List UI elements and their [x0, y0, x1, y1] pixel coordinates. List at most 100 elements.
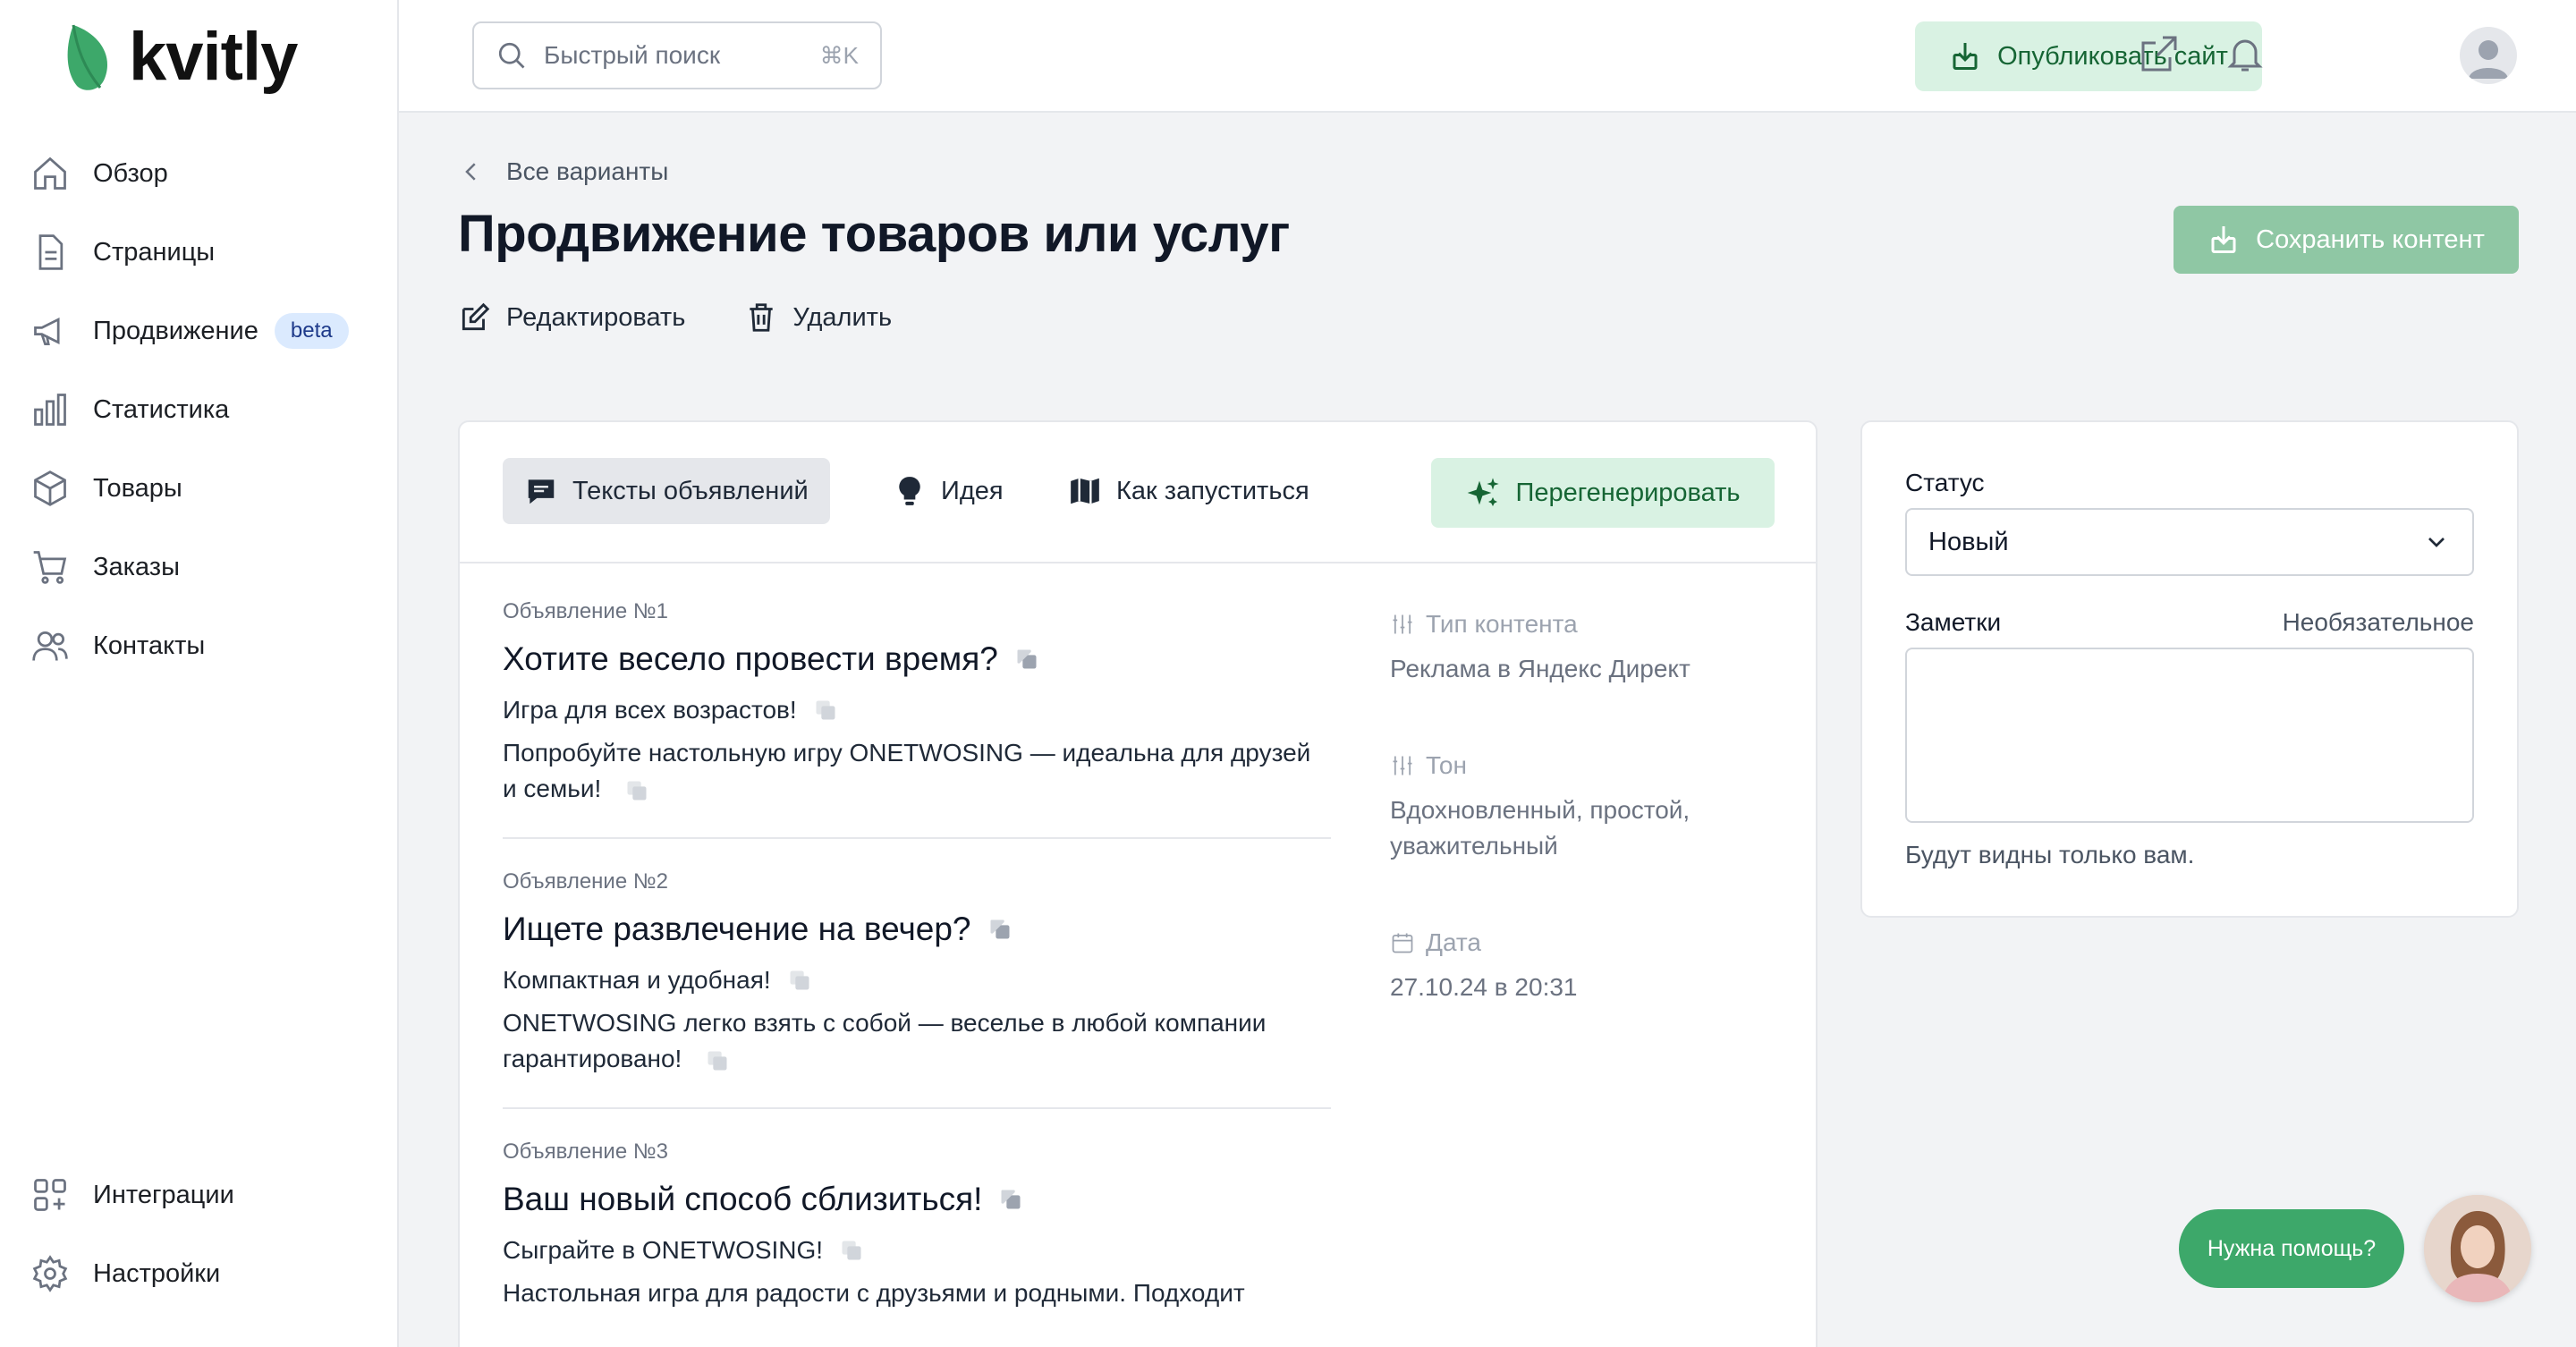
meta-label: Тип контента	[1390, 610, 1766, 639]
support-avatar[interactable]	[2424, 1195, 2531, 1302]
page-icon	[38, 234, 64, 270]
copy-icon[interactable]	[839, 1238, 864, 1263]
home-icon	[34, 157, 66, 190]
copy-icon[interactable]	[787, 968, 812, 993]
save-content-button[interactable]: Сохранить контент	[2174, 206, 2519, 274]
ad-subtitle-text: Сыграйте в ONETWOSING!	[503, 1236, 824, 1264]
tab-idea[interactable]: Идея	[871, 458, 1025, 524]
save-label: Сохранить контент	[2256, 224, 2485, 254]
ad-subtitle: Компактная и удобная!	[503, 962, 1331, 998]
sidebar-item-label: Товары	[93, 473, 182, 503]
help-button[interactable]: Нужна помощь?	[2179, 1209, 2404, 1288]
ad-body-text: Настольная игра для радости с друзьями и…	[503, 1279, 1245, 1307]
ad-title: Хотите весело провести время?	[503, 640, 1331, 678]
users-icon	[32, 631, 68, 661]
tab-label: Как запуститься	[1116, 476, 1309, 505]
page-actions: Редактировать Удалить	[458, 301, 951, 335]
back-label: Все варианты	[506, 157, 669, 185]
meta-label-text: Тип контента	[1426, 610, 1578, 638]
edit-button[interactable]: Редактировать	[458, 301, 685, 335]
sidebar-item-label: Статистика	[93, 394, 230, 424]
sidebar-item-overview[interactable]: Обзор	[0, 134, 397, 213]
ad-subtitle: Сыграйте в ONETWOSING!	[503, 1233, 1331, 1268]
ad-body: Попробуйте настольную игру ONETWOSING — …	[503, 735, 1331, 807]
trash-icon	[750, 303, 773, 332]
meta-label-text: Тон	[1426, 751, 1467, 779]
support-person-icon	[2424, 1195, 2531, 1302]
edit-icon	[462, 302, 490, 331]
status-panel: Статус Новый Заметки Необязательное Буду…	[1860, 420, 2519, 918]
map-icon	[1071, 478, 1099, 504]
sidebar-item-label: Продвижение	[93, 316, 258, 345]
delete-button[interactable]: Удалить	[744, 301, 892, 335]
sidebar-item-label: Страницы	[93, 237, 216, 267]
logo-text: kvitly	[129, 19, 298, 95]
copy-icon[interactable]	[624, 778, 649, 803]
chevron-down-icon	[2428, 538, 2445, 547]
ad-subtitle-text: Игра для всех возрастов!	[503, 696, 797, 724]
copy-icon[interactable]	[998, 1187, 1023, 1212]
ad-number: Объявление №1	[503, 599, 668, 623]
status-select[interactable]: Новый	[1905, 508, 2474, 576]
sidebar-item-pages[interactable]: Страницы	[0, 213, 397, 292]
sidebar-item-label: Заказы	[93, 552, 180, 581]
publish-site-button[interactable]: Опубликовать сайт	[1915, 21, 2262, 91]
status-value: Новый	[1928, 527, 2009, 556]
gear-icon	[32, 1255, 68, 1292]
meta-date: Дата 27.10.24 в 20:31	[1390, 928, 1766, 1005]
tab-label: Тексты объявлений	[572, 476, 809, 505]
user-avatar[interactable]	[2460, 27, 2517, 84]
sliders-icon	[1393, 614, 1412, 634]
notes-optional-label: Необязательное	[2282, 608, 2474, 636]
ad-body-text: ONETWOSING легко взять с собой — веселье…	[503, 1009, 1267, 1072]
sidebar-item-statistics[interactable]: Статистика	[0, 370, 397, 449]
meta-info: Тип контента Реклама в Яндекс Директ Тон…	[1390, 610, 1766, 1070]
bell-icon[interactable]	[2224, 32, 2267, 75]
search-input[interactable]: Быстрый поиск ⌘K	[472, 21, 882, 89]
sidebar-item-integrations[interactable]: Интеграции	[0, 1156, 397, 1234]
external-link-icon[interactable]	[2138, 32, 2181, 75]
sidebar-item-label: Обзор	[93, 158, 168, 188]
publish-label: Опубликовать сайт	[1997, 41, 2228, 71]
meta-value: Реклама в Яндекс Директ	[1390, 655, 1690, 682]
meta-label: Дата	[1390, 928, 1766, 957]
ad-title-text: Ищете развлечение на вечер?	[503, 911, 971, 947]
notes-hint: Будут видны только вам.	[1905, 841, 2195, 868]
ads-list: Объявление №1 Хотите весело провести вре…	[503, 599, 1331, 1347]
notes-label: Заметки	[1905, 608, 2002, 636]
copy-icon[interactable]	[705, 1048, 730, 1073]
regenerate-button[interactable]: Перегенерировать	[1431, 458, 1775, 528]
cart-icon	[33, 551, 67, 584]
copy-icon[interactable]	[1014, 647, 1039, 672]
cube-icon	[34, 470, 66, 506]
sidebar-item-label: Настройки	[93, 1258, 221, 1288]
copy-icon[interactable]	[813, 698, 838, 723]
ad-title: Ищете развлечение на вечер?	[503, 911, 1331, 948]
edit-label: Редактировать	[506, 302, 686, 332]
copy-icon[interactable]	[987, 917, 1013, 942]
sidebar-item-orders[interactable]: Заказы	[0, 528, 397, 606]
main-nav: Обзор Страницы Продвижение beta Статисти…	[0, 134, 397, 685]
bulb-icon	[899, 477, 920, 505]
search-shortcut: ⌘K	[819, 41, 859, 69]
logo[interactable]: kvitly	[64, 18, 298, 96]
megaphone-icon	[34, 317, 60, 346]
sidebar-item-promotion[interactable]: Продвижение beta	[0, 292, 397, 370]
meta-tone: Тон Вдохновленный, простой, уважительный	[1390, 751, 1766, 864]
back-link[interactable]: Все варианты	[458, 157, 668, 186]
sidebar-item-label: Интеграции	[93, 1180, 234, 1209]
search-placeholder: Быстрый поиск	[544, 41, 721, 69]
sidebar-item-settings[interactable]: Настройки	[0, 1234, 397, 1313]
list-item: Объявление №3 Ваш новый способ сблизитьс…	[503, 1139, 1331, 1342]
notes-textarea[interactable]	[1905, 648, 2474, 823]
list-item: Объявление №2 Ищете развлечение на вечер…	[503, 869, 1331, 1109]
meta-value: Вдохновленный, простой, уважительный	[1390, 796, 1690, 860]
delete-label: Удалить	[792, 302, 893, 332]
meta-content-type: Тип контента Реклама в Яндекс Директ	[1390, 610, 1766, 687]
tab-ad-texts[interactable]: Тексты объявлений	[503, 458, 830, 524]
ad-title: Ваш новый способ сблизиться!	[503, 1181, 1331, 1218]
sidebar-item-contacts[interactable]: Контакты	[0, 606, 397, 685]
sidebar-item-products[interactable]: Товары	[0, 449, 397, 528]
tab-how-to-start[interactable]: Как запуститься	[1046, 458, 1331, 524]
bottom-nav: Интеграции Настройки	[0, 1156, 397, 1313]
